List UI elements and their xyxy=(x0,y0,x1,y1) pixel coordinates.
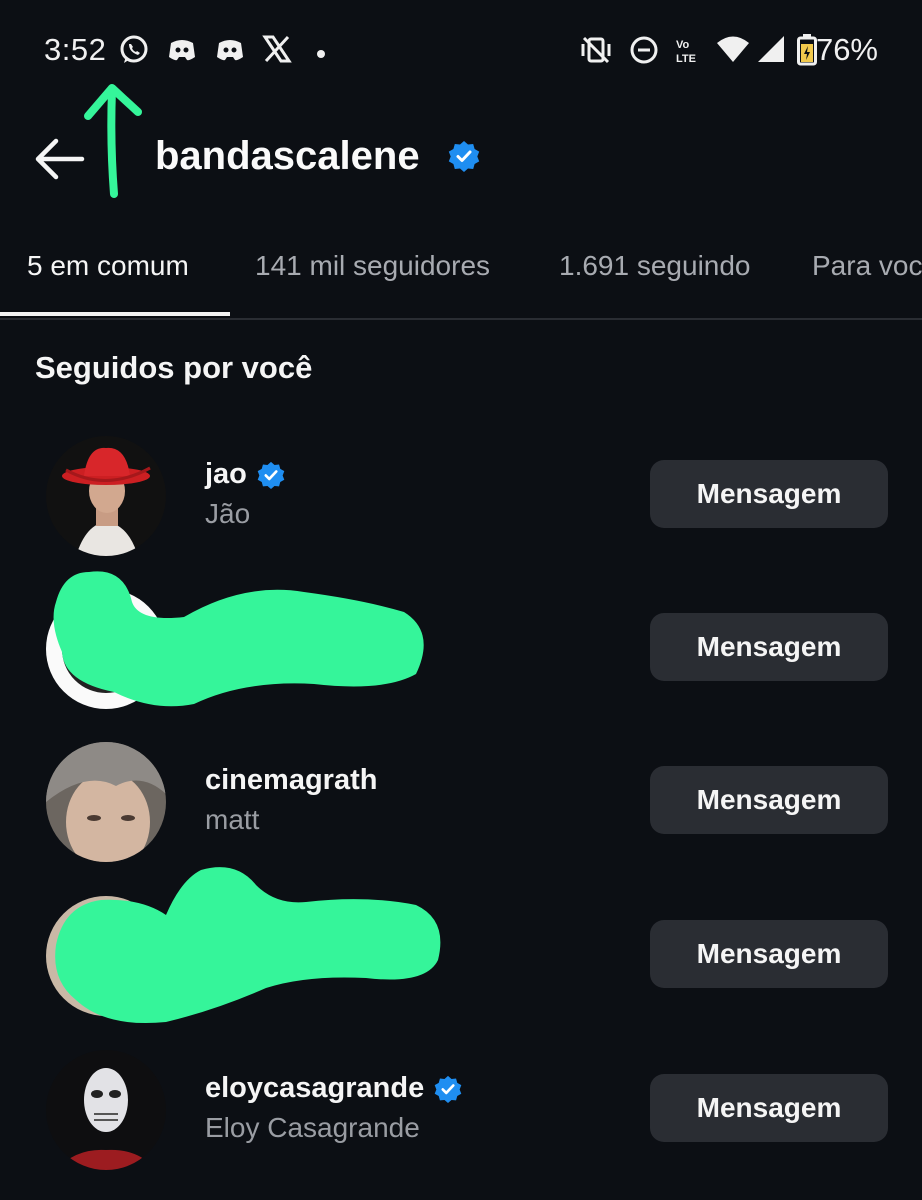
list-item[interactable]: eloycasagrande Eloy Casagrande Mensagem xyxy=(0,1050,922,1200)
username-line: cinemagrath xyxy=(205,764,377,797)
tab-para-voce[interactable]: Para você xyxy=(812,250,922,282)
vibrate-off-icon xyxy=(580,34,612,71)
redaction-scribble xyxy=(46,860,446,1035)
tab-seguidores[interactable]: 141 mil seguidores xyxy=(255,250,490,282)
annotation-arrow xyxy=(74,82,154,207)
message-button[interactable]: Mensagem xyxy=(650,1074,888,1142)
x-icon xyxy=(262,34,292,69)
verified-badge-icon xyxy=(434,1075,462,1103)
message-button[interactable]: Mensagem xyxy=(650,460,888,528)
page-title: bandascalene xyxy=(155,134,420,178)
username-line: eloycasagrande xyxy=(205,1072,462,1105)
avatar[interactable] xyxy=(46,742,166,862)
avatar[interactable] xyxy=(46,436,166,556)
svg-text:Vo: Vo xyxy=(676,39,690,51)
display-name: matt xyxy=(205,804,260,835)
battery-percentage: 76% xyxy=(815,32,878,67)
username-line: jao xyxy=(205,458,285,491)
section-heading: Seguidos por você xyxy=(35,350,313,385)
display-name: Jão xyxy=(205,498,251,529)
status-time: 3:52 xyxy=(44,32,107,67)
username[interactable]: cinemagrath xyxy=(205,764,377,797)
do-not-disturb-icon xyxy=(628,34,660,71)
battery-icon xyxy=(797,34,817,71)
message-button[interactable]: Mensagem xyxy=(650,920,888,988)
tab-seguindo[interactable]: 1.691 seguindo xyxy=(559,250,751,282)
wifi-icon xyxy=(716,34,750,71)
whatsapp-icon xyxy=(118,34,150,71)
signal-icon xyxy=(756,34,786,69)
tab-em-comum[interactable]: 5 em comum xyxy=(27,250,189,282)
display-name: Eloy Casagrande xyxy=(205,1112,420,1143)
tab-bar: 5 em comum 141 mil seguidores 1.691 segu… xyxy=(0,230,922,320)
redaction-scribble xyxy=(44,562,434,717)
active-tab-indicator xyxy=(0,312,230,316)
username[interactable]: jao xyxy=(205,458,247,491)
svg-text:LTE: LTE xyxy=(676,53,696,65)
avatar[interactable] xyxy=(46,1050,166,1170)
volte-icon: Vo LTE xyxy=(674,36,704,71)
discord-icon xyxy=(166,34,198,71)
verified-badge-icon xyxy=(257,461,285,489)
verified-badge-icon xyxy=(448,140,480,177)
discord-icon xyxy=(214,34,246,71)
message-button[interactable]: Mensagem xyxy=(650,613,888,681)
message-button[interactable]: Mensagem xyxy=(650,766,888,834)
username[interactable]: eloycasagrande xyxy=(205,1072,424,1105)
dot-icon xyxy=(316,46,326,64)
